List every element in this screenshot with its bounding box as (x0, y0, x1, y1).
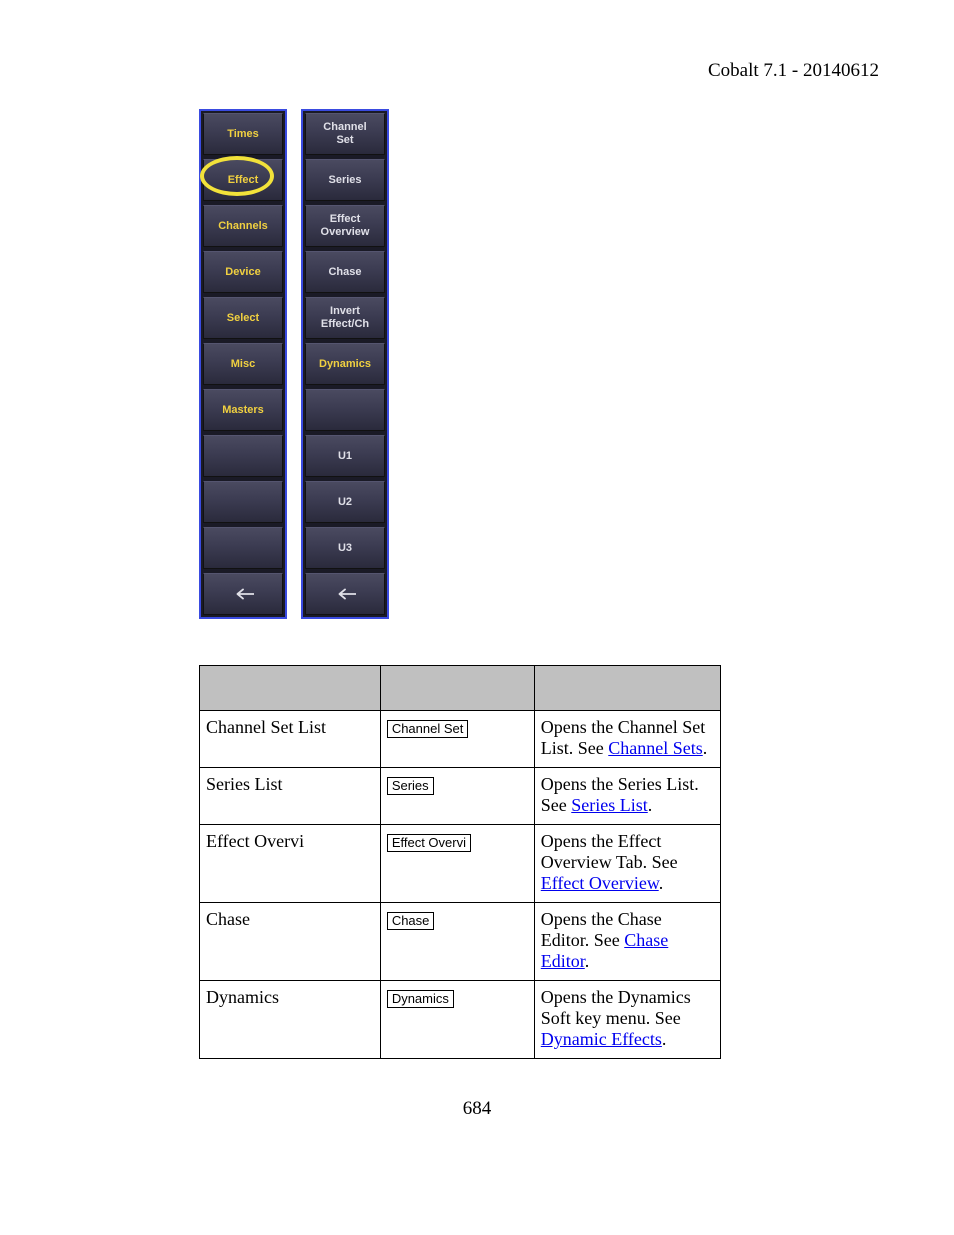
page-header: Cobalt 7.1 - 20140612 (708, 60, 879, 82)
softkey-button[interactable]: U3 (305, 527, 385, 569)
row-name: Effect Overvi (200, 825, 381, 903)
softkey-button[interactable] (305, 389, 385, 431)
row-key: Channel Set (380, 711, 534, 768)
doc-link[interactable]: Dynamic Effects (541, 1029, 662, 1049)
row-name: Dynamics (200, 981, 381, 1059)
softkey-label: Channels (218, 220, 268, 233)
softkey-label: Effect Overview (321, 213, 370, 238)
softkey-button[interactable]: U2 (305, 481, 385, 523)
doc-link[interactable]: Effect Overview (541, 873, 659, 893)
softkey-button[interactable]: Masters (203, 389, 283, 431)
row-key: Series (380, 768, 534, 825)
left-softkey-column: Times Effect Channels Device Select Misc Maste… (199, 109, 287, 619)
softkey-button[interactable]: Series (305, 159, 385, 201)
softkey-table: Channel Set List Channel Set Opens the Cha… (199, 665, 721, 1059)
key-label: Channel Set (387, 720, 469, 738)
softkey-button[interactable] (203, 527, 283, 569)
softkey-button[interactable]: Chase (305, 251, 385, 293)
key-label: Dynamics (387, 990, 454, 1008)
table-row: Series List Series Opens the Series List. … (200, 768, 721, 825)
row-description: Opens the Series List. See Series List. (534, 768, 720, 825)
row-description: Opens the Chase Editor. See Chase Editor… (534, 903, 720, 981)
softkey-panels: Times Effect Channels Device Select Misc Maste… (199, 109, 389, 619)
right-softkey-column: Channel Set Series Effect Overview Chase Inv… (301, 109, 389, 619)
doc-link[interactable]: Chase Editor (541, 930, 669, 971)
row-description: Opens the Effect Overview Tab. See Effec… (534, 825, 720, 903)
table-row: Channel Set List Channel Set Opens the Cha… (200, 711, 721, 768)
softkey-label: Misc (231, 358, 255, 371)
softkey-button[interactable]: U1 (305, 435, 385, 477)
row-name: Chase (200, 903, 381, 981)
softkey-label: Masters (222, 404, 264, 417)
table-header-1 (200, 666, 381, 711)
table-header-row (200, 666, 721, 711)
key-label: Chase (387, 912, 435, 930)
softkey-button[interactable]: Effect (203, 159, 283, 201)
row-key: Chase (380, 903, 534, 981)
softkey-button[interactable]: Device (203, 251, 283, 293)
softkey-button[interactable]: Channel Set (305, 113, 385, 155)
softkey-button[interactable] (203, 481, 283, 523)
softkey-button[interactable]: Invert Effect/Ch (305, 297, 385, 339)
table-row: Chase Chase Opens the Chase Editor. See Ch… (200, 903, 721, 981)
softkey-label: U3 (338, 542, 352, 555)
softkey-label: Effect (228, 174, 259, 187)
softkey-label: Select (227, 312, 259, 325)
table-header-2 (380, 666, 534, 711)
softkey-button[interactable]: Select (203, 297, 283, 339)
softkey-label: Invert Effect/Ch (321, 305, 369, 330)
softkey-label: Chase (328, 266, 361, 279)
softkey-label: Series (328, 174, 361, 187)
key-label: Effect Overvi (387, 834, 471, 852)
row-key: Effect Overvi (380, 825, 534, 903)
row-key: Dynamics (380, 981, 534, 1059)
softkey-label: Times (227, 128, 259, 141)
key-label: Series (387, 777, 434, 795)
row-description: Opens the Dynamics Soft key menu. See Dy… (534, 981, 720, 1059)
softkey-label: U2 (338, 496, 352, 509)
back-arrow-button[interactable] (203, 573, 283, 615)
back-arrow-button[interactable] (305, 573, 385, 615)
row-name: Channel Set List (200, 711, 381, 768)
table-row: Dynamics Dynamics Opens the Dynamics Soft … (200, 981, 721, 1059)
table-header-3 (534, 666, 720, 711)
row-name: Series List (200, 768, 381, 825)
softkey-label: Device (225, 266, 260, 279)
softkey-button[interactable]: Misc (203, 343, 283, 385)
softkey-button[interactable]: Effect Overview (305, 205, 385, 247)
row-description: Opens the Channel Set List. See Channel … (534, 711, 720, 768)
table-row: Effect Overvi Effect Overvi Opens the Effe… (200, 825, 721, 903)
doc-link[interactable]: Series List (571, 795, 648, 815)
softkey-label: U1 (338, 450, 352, 463)
softkey-button[interactable] (203, 435, 283, 477)
page-number: 684 (0, 1098, 954, 1120)
softkey-button[interactable]: Channels (203, 205, 283, 247)
softkey-label: Channel Set (323, 121, 366, 146)
doc-link[interactable]: Channel Sets (608, 738, 703, 758)
softkey-label: Dynamics (319, 358, 371, 371)
softkey-button[interactable]: Dynamics (305, 343, 385, 385)
softkey-button[interactable]: Times (203, 113, 283, 155)
